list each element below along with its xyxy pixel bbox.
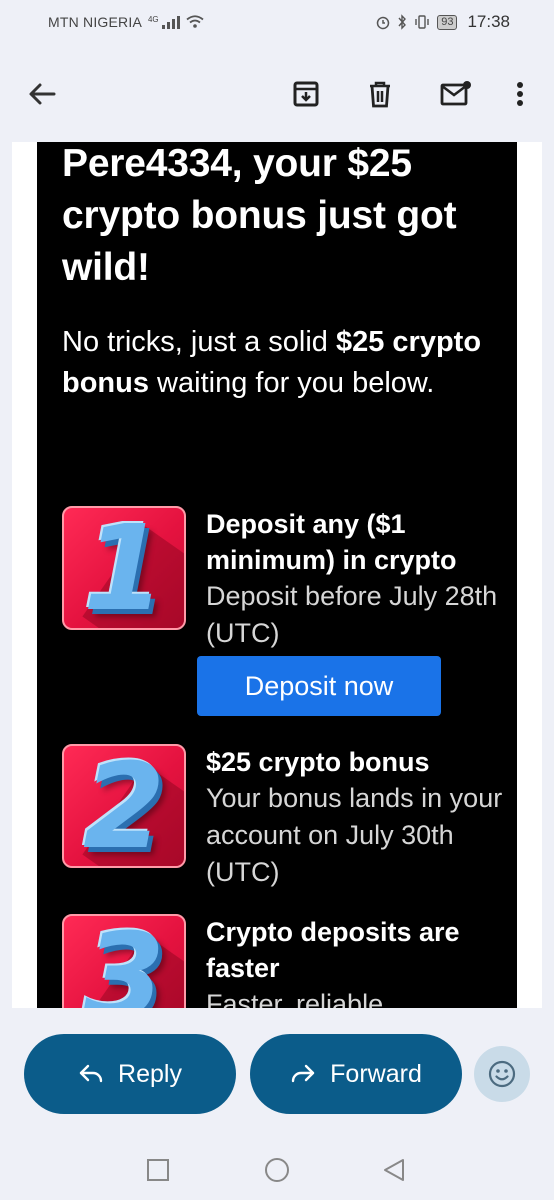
more-vert-icon[interactable] — [498, 72, 542, 116]
mark-unread-icon[interactable] — [434, 72, 478, 116]
deposit-now-button[interactable]: Deposit now — [197, 656, 441, 716]
wifi-icon — [186, 15, 204, 28]
step-title: $25 crypto bonus — [206, 747, 430, 777]
intro-suffix: waiting for you below. — [149, 367, 435, 399]
forward-button[interactable]: Forward — [250, 1034, 462, 1114]
step-description: Faster, reliable, — [206, 989, 391, 1008]
promo-email: Pere4334, your $25 crypto bonus just got… — [37, 142, 517, 1008]
archive-icon[interactable] — [284, 72, 328, 116]
step-description: Deposit before July 28th (UTC) — [206, 581, 498, 648]
alarm-icon — [376, 16, 390, 30]
email-intro: No tricks, just a solid $25 crypto bonus… — [62, 322, 492, 404]
status-bar: MTN NIGERIA 4G 93 17:38 — [0, 0, 554, 44]
intro-prefix: No tricks, just a solid — [62, 326, 336, 358]
recent-apps-icon[interactable] — [144, 1156, 172, 1184]
step-title: Deposit any ($1 minimum) in crypto — [206, 509, 457, 575]
email-actions: Reply Forward — [0, 1008, 554, 1138]
step-description: Your bonus lands in your account on July… — [206, 783, 503, 887]
number-three-icon: 3 — [62, 914, 186, 1008]
number-two-icon: 2 — [62, 744, 186, 868]
forward-icon — [291, 1064, 315, 1083]
delete-icon[interactable] — [358, 72, 402, 116]
reply-label: Reply — [118, 1059, 182, 1088]
reply-icon — [79, 1064, 103, 1083]
signal-icon: 4G — [148, 15, 180, 29]
email-toolbar — [0, 52, 554, 136]
step-title: Crypto deposits are faster — [206, 917, 460, 983]
forward-label: Forward — [330, 1059, 422, 1088]
emoji-icon — [488, 1060, 516, 1088]
system-nav-bar — [0, 1138, 554, 1200]
email-headline: Pere4334, your $25 crypto bonus just got… — [62, 142, 457, 289]
bluetooth-icon — [398, 14, 407, 30]
clock: 17:38 — [467, 12, 510, 31]
number-one-icon: 1 — [62, 506, 186, 630]
network-type: 4G — [147, 15, 159, 24]
battery-icon: 93 — [437, 14, 458, 30]
nav-back-icon[interactable] — [380, 1156, 408, 1184]
vibrate-icon — [415, 15, 429, 29]
emoji-reaction-button[interactable] — [474, 1046, 530, 1102]
carrier-name: MTN NIGERIA — [48, 14, 142, 30]
email-body: Pere4334, your $25 crypto bonus just got… — [12, 142, 542, 1008]
back-arrow-icon[interactable] — [20, 72, 64, 116]
reply-button[interactable]: Reply — [24, 1034, 236, 1114]
home-icon[interactable] — [263, 1156, 291, 1184]
